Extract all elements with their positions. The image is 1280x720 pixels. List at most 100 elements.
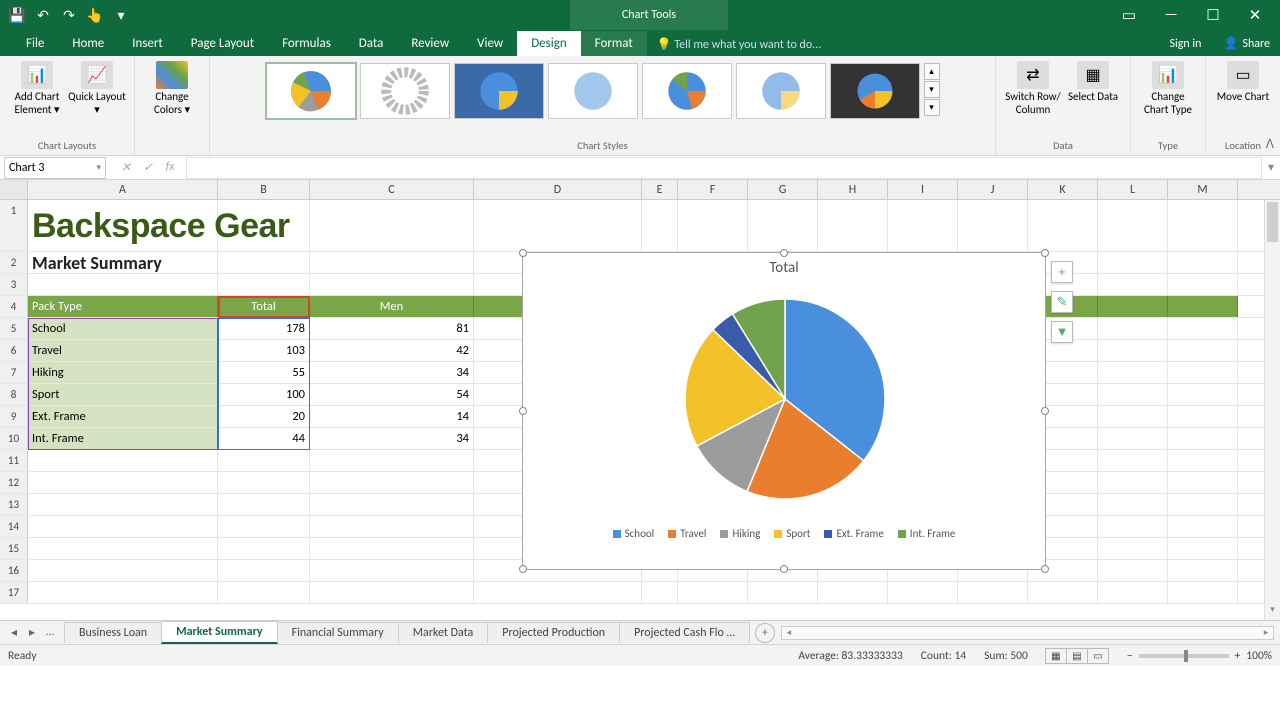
save-icon[interactable]: 💾 bbox=[6, 4, 28, 26]
legend-item[interactable]: Travel bbox=[668, 527, 706, 540]
tab-design[interactable]: Design bbox=[517, 31, 580, 56]
table-row[interactable]: 17 bbox=[0, 582, 1280, 604]
zoom-controls[interactable]: − +100% bbox=[1127, 649, 1272, 663]
legend-item[interactable]: Hiking bbox=[720, 527, 760, 540]
cancel-formula-icon[interactable]: ✕ bbox=[116, 160, 136, 175]
fx-icon[interactable]: fx bbox=[160, 160, 180, 175]
add-chart-element-button[interactable]: 📊Add Chart Element ▾ bbox=[8, 59, 66, 116]
pie-chart-plot[interactable] bbox=[523, 279, 1047, 519]
status-average: Average: 83.33333333 bbox=[798, 649, 902, 663]
col-header[interactable]: A bbox=[28, 180, 218, 199]
normal-view-icon[interactable]: ▦ bbox=[1045, 648, 1067, 664]
quick-layout-button[interactable]: 📈Quick Layout ▾ bbox=[68, 59, 126, 116]
sign-in-link[interactable]: Sign in bbox=[1157, 32, 1213, 56]
touch-mode-icon[interactable]: 👆 bbox=[84, 4, 106, 26]
col-header[interactable]: F bbox=[678, 180, 748, 199]
expand-formula-bar-icon[interactable]: ▾ bbox=[1262, 160, 1280, 175]
chart-style-3[interactable] bbox=[454, 63, 544, 119]
undo-icon[interactable]: ↶ bbox=[32, 4, 54, 26]
move-chart-button[interactable]: ▭Move Chart bbox=[1214, 59, 1272, 104]
chart-filters-button[interactable]: ▼ bbox=[1051, 321, 1073, 343]
col-header[interactable]: K bbox=[1028, 180, 1098, 199]
close-icon[interactable]: ✕ bbox=[1236, 4, 1274, 26]
chart-style-2[interactable] bbox=[360, 63, 450, 119]
maximize-icon[interactable]: ☐ bbox=[1194, 4, 1232, 26]
col-header[interactable]: H bbox=[818, 180, 888, 199]
col-header[interactable]: I bbox=[888, 180, 958, 199]
sheet-tab[interactable]: Financial Summary bbox=[277, 622, 399, 643]
zoom-out-icon[interactable]: − bbox=[1127, 649, 1133, 663]
change-chart-type-button[interactable]: 📊Change Chart Type bbox=[1139, 59, 1197, 116]
tab-view[interactable]: View bbox=[463, 31, 517, 56]
switch-row-column-button[interactable]: ⇄Switch Row/ Column bbox=[1004, 59, 1062, 116]
sheet-tab-active[interactable]: Market Summary bbox=[161, 621, 278, 644]
column-headers[interactable]: A B C D E F G H I J K L M bbox=[0, 180, 1280, 200]
move-chart-icon: ▭ bbox=[1227, 61, 1259, 89]
zoom-slider[interactable] bbox=[1139, 654, 1229, 658]
vertical-scrollbar[interactable]: ▴▾ bbox=[1264, 200, 1280, 620]
chart-legend[interactable]: School Travel Hiking Sport Ext. Frame Int. Fr… bbox=[523, 523, 1045, 546]
chart-elements-button[interactable]: + bbox=[1051, 261, 1073, 283]
chart-styles-button[interactable]: ✎ bbox=[1051, 291, 1073, 313]
tab-data[interactable]: Data bbox=[345, 31, 398, 56]
col-header[interactable]: E bbox=[642, 180, 678, 199]
legend-item[interactable]: School bbox=[613, 527, 655, 540]
chart-style-5[interactable] bbox=[642, 63, 732, 119]
embedded-chart[interactable]: Total SchoolTravelHikingSportExt. FrameI… bbox=[522, 252, 1046, 570]
collapse-ribbon-icon[interactable]: ᐱ bbox=[1266, 137, 1274, 152]
col-header[interactable]: L bbox=[1098, 180, 1168, 199]
tab-insert[interactable]: Insert bbox=[118, 31, 177, 56]
redo-icon[interactable]: ↷ bbox=[58, 4, 80, 26]
col-header[interactable]: J bbox=[958, 180, 1028, 199]
subtitle: Market Summary bbox=[28, 252, 218, 273]
select-all-corner[interactable] bbox=[0, 180, 28, 199]
col-header[interactable]: C bbox=[310, 180, 474, 199]
page-layout-view-icon[interactable]: ▤ bbox=[1066, 648, 1088, 664]
tab-page-layout[interactable]: Page Layout bbox=[177, 31, 268, 56]
col-header[interactable]: D bbox=[474, 180, 642, 199]
tab-formulas[interactable]: Formulas bbox=[268, 31, 345, 56]
tab-review[interactable]: Review bbox=[397, 31, 463, 56]
tab-file[interactable]: File bbox=[12, 31, 58, 56]
page-break-view-icon[interactable]: ▭ bbox=[1087, 648, 1109, 664]
zoom-level[interactable]: 100% bbox=[1246, 649, 1272, 663]
select-data-button[interactable]: ▦Select Data bbox=[1064, 59, 1122, 116]
table-row[interactable]: 1Backspace Gear bbox=[0, 200, 1280, 252]
legend-item[interactable]: Sport bbox=[774, 527, 810, 540]
sheet-tab[interactable]: Business Loan bbox=[64, 622, 162, 643]
chart-style-4[interactable] bbox=[548, 63, 638, 119]
col-header[interactable]: M bbox=[1168, 180, 1238, 199]
new-sheet-button[interactable]: + bbox=[755, 623, 775, 643]
share-button[interactable]: 👤Share bbox=[1213, 31, 1280, 56]
legend-item[interactable]: Ext. Frame bbox=[824, 527, 883, 540]
view-buttons[interactable]: ▦▤▭ bbox=[1046, 648, 1109, 664]
chart-style-1[interactable] bbox=[266, 63, 356, 119]
chart-style-7[interactable] bbox=[830, 63, 920, 119]
gallery-scroll[interactable]: ▴▾▾ bbox=[924, 63, 940, 116]
tab-format[interactable]: Format bbox=[581, 31, 647, 56]
formula-input[interactable] bbox=[186, 157, 1262, 179]
sheet-tab[interactable]: Projected Production bbox=[487, 622, 620, 643]
chart-style-6[interactable] bbox=[736, 63, 826, 119]
minimize-icon[interactable]: — bbox=[1152, 4, 1190, 26]
ribbon-display-icon[interactable]: ▭ bbox=[1110, 4, 1148, 26]
formula-bar: Chart 3 ✕ ✓ fx ▾ bbox=[0, 156, 1280, 180]
tab-home[interactable]: Home bbox=[58, 31, 118, 56]
qat-customize-icon[interactable]: ▾ bbox=[110, 4, 132, 26]
chart-styles-gallery[interactable]: ▴▾▾ bbox=[266, 59, 940, 119]
legend-item[interactable]: Int. Frame bbox=[898, 527, 956, 540]
col-header[interactable]: G bbox=[748, 180, 818, 199]
tell-me-search[interactable]: Tell me what you want to do... bbox=[647, 33, 832, 56]
col-header[interactable]: B bbox=[218, 180, 310, 199]
header-men: Men bbox=[310, 296, 474, 317]
worksheet-grid[interactable]: A B C D E F G H I J K L M 1Backspace Gea… bbox=[0, 180, 1280, 620]
sheet-tab[interactable]: Projected Cash Flo … bbox=[619, 622, 750, 643]
zoom-in-icon[interactable]: + bbox=[1235, 649, 1241, 663]
sheet-tab[interactable]: Market Data bbox=[398, 622, 489, 643]
change-colors-button[interactable]: Change Colors ▾ bbox=[143, 59, 201, 116]
name-box[interactable]: Chart 3 bbox=[4, 157, 106, 179]
select-data-icon: ▦ bbox=[1077, 61, 1109, 89]
sheet-horizontal-scrollbar[interactable]: ◂▸ bbox=[781, 626, 1274, 640]
enter-formula-icon[interactable]: ✓ bbox=[138, 160, 158, 175]
sheet-nav[interactable]: ◂▸… bbox=[0, 625, 64, 640]
